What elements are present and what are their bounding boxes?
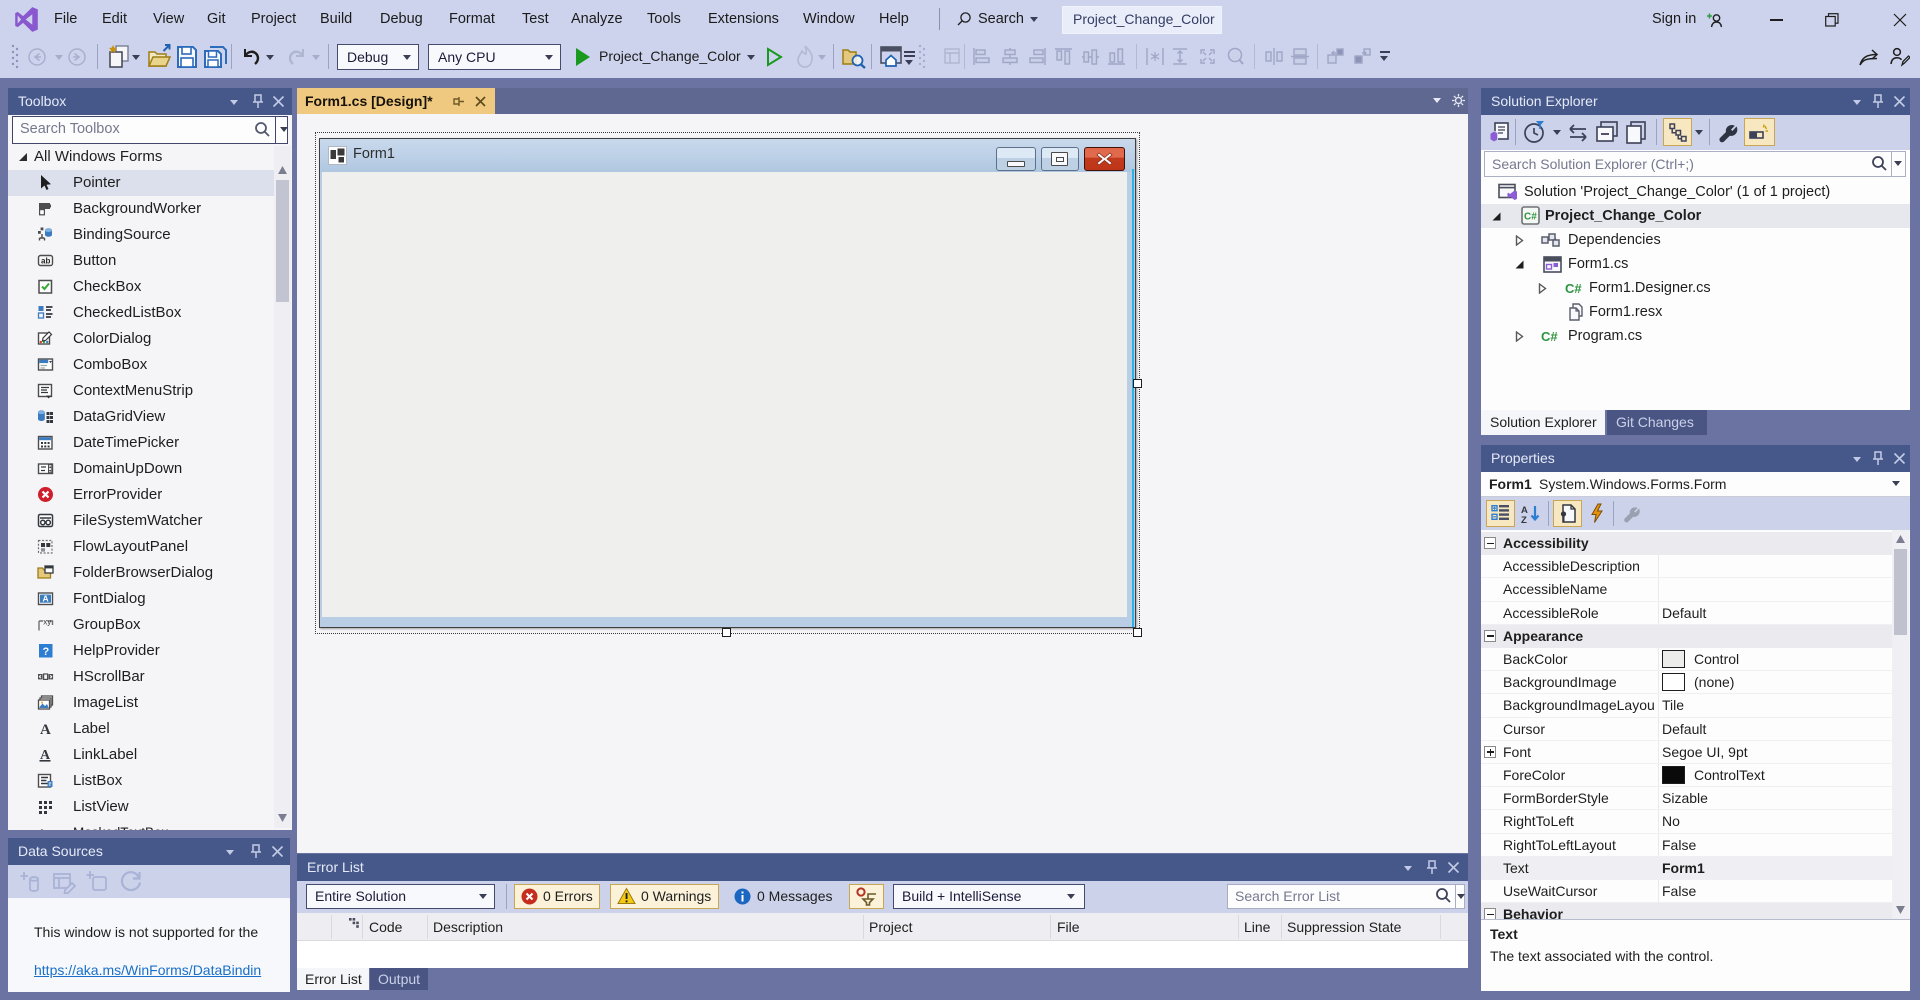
svg-text:(..): (..) — [38, 829, 54, 830]
svg-text:C#: C# — [1541, 329, 1558, 344]
svg-text:C#: C# — [1524, 212, 1537, 223]
svg-text:xy: xy — [43, 618, 51, 627]
svg-text:ab: ab — [41, 257, 50, 266]
svg-text:?: ? — [43, 646, 50, 658]
svg-text:A: A — [40, 722, 51, 737]
svg-text:C#: C# — [1565, 281, 1582, 296]
svg-text:Z: Z — [1521, 515, 1527, 524]
